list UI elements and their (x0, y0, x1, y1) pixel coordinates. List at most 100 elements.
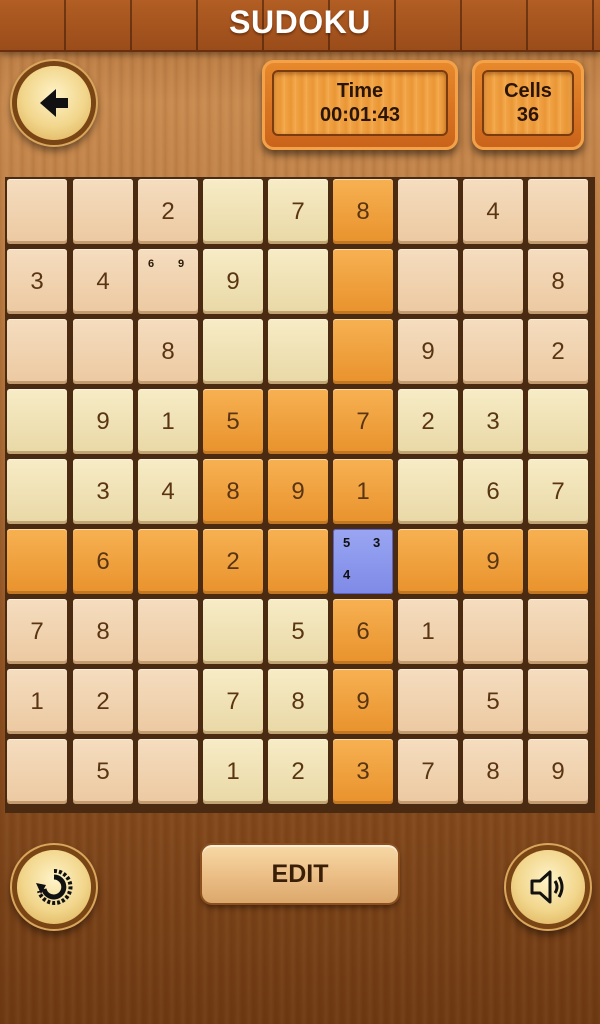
cell-r1-c7[interactable] (398, 179, 458, 244)
cell-r3-c9[interactable]: 2 (528, 319, 588, 384)
cell-r5-c3[interactable]: 4 (138, 459, 198, 524)
cell-r7-c8[interactable] (463, 599, 523, 664)
cell-r6-c8[interactable]: 9 (463, 529, 523, 594)
cell-r2-c1[interactable]: 3 (7, 249, 67, 314)
cell-r4-c3[interactable]: 1 (138, 389, 198, 454)
cell-value: 1 (30, 687, 44, 715)
cell-r7-c5[interactable]: 5 (268, 599, 328, 664)
undo-button[interactable] (17, 850, 91, 924)
cell-value: 3 (356, 757, 370, 785)
cell-r7-c3[interactable] (138, 599, 198, 664)
cell-r6-c7[interactable] (398, 529, 458, 594)
sudoku-board: 2784346998892915723348916762534978561127… (5, 177, 595, 813)
cell-r2-c5[interactable] (268, 249, 328, 314)
cell-r1-c9[interactable] (528, 179, 588, 244)
cell-r7-c9[interactable] (528, 599, 588, 664)
cell-value: 8 (486, 757, 500, 785)
cell-r8-c5[interactable]: 8 (268, 669, 328, 734)
sound-button[interactable] (511, 850, 585, 924)
cell-r7-c7[interactable]: 1 (398, 599, 458, 664)
edit-label: EDIT (271, 859, 329, 888)
cell-r7-c2[interactable]: 8 (73, 599, 133, 664)
cell-value: 9 (421, 337, 435, 365)
cell-r8-c3[interactable] (138, 669, 198, 734)
cell-r9-c1[interactable] (7, 739, 67, 804)
cell-r2-c8[interactable] (463, 249, 523, 314)
cell-r5-c1[interactable] (7, 459, 67, 524)
cell-r8-c9[interactable] (528, 669, 588, 734)
cell-r7-c6[interactable]: 6 (333, 599, 393, 664)
cell-r5-c8[interactable]: 6 (463, 459, 523, 524)
cell-r3-c6[interactable] (333, 319, 393, 384)
cell-r5-c7[interactable] (398, 459, 458, 524)
cell-r5-c2[interactable]: 3 (73, 459, 133, 524)
cell-r6-c6[interactable]: 5 3 4 (333, 529, 393, 594)
cell-r5-c9[interactable]: 7 (528, 459, 588, 524)
cell-r9-c6[interactable]: 3 (333, 739, 393, 804)
cell-r2-c7[interactable] (398, 249, 458, 314)
cell-r7-c1[interactable]: 7 (7, 599, 67, 664)
edit-button[interactable]: EDIT (202, 845, 398, 903)
cell-r3-c8[interactable] (463, 319, 523, 384)
cell-r1-c2[interactable] (73, 179, 133, 244)
cell-r9-c8[interactable]: 8 (463, 739, 523, 804)
back-button[interactable] (17, 66, 91, 140)
cell-r6-c2[interactable]: 6 (73, 529, 133, 594)
cell-r5-c5[interactable]: 9 (268, 459, 328, 524)
cell-r3-c2[interactable] (73, 319, 133, 384)
cell-r1-c1[interactable] (7, 179, 67, 244)
cells-panel: Cells 36 (472, 60, 584, 150)
cell-r6-c4[interactable]: 2 (203, 529, 263, 594)
cell-r1-c8[interactable]: 4 (463, 179, 523, 244)
cell-value: 1 (421, 617, 435, 645)
cell-r2-c6[interactable] (333, 249, 393, 314)
cell-r5-c4[interactable]: 8 (203, 459, 263, 524)
cell-r9-c3[interactable] (138, 739, 198, 804)
cell-r7-c4[interactable] (203, 599, 263, 664)
cell-value: 7 (421, 757, 435, 785)
cell-r5-c6[interactable]: 1 (333, 459, 393, 524)
cell-r4-c8[interactable]: 3 (463, 389, 523, 454)
cell-r6-c5[interactable] (268, 529, 328, 594)
cell-r8-c1[interactable]: 1 (7, 669, 67, 734)
cell-r4-c1[interactable] (7, 389, 67, 454)
cell-r2-c9[interactable]: 8 (528, 249, 588, 314)
cell-r1-c6[interactable]: 8 (333, 179, 393, 244)
cell-r9-c7[interactable]: 7 (398, 739, 458, 804)
cell-r4-c9[interactable] (528, 389, 588, 454)
cell-r3-c1[interactable] (7, 319, 67, 384)
cell-r3-c5[interactable] (268, 319, 328, 384)
cell-r6-c9[interactable] (528, 529, 588, 594)
cell-r6-c3[interactable] (138, 529, 198, 594)
cell-r4-c5[interactable] (268, 389, 328, 454)
cell-value: 5 (291, 617, 305, 645)
cell-r9-c4[interactable]: 1 (203, 739, 263, 804)
cell-r3-c7[interactable]: 9 (398, 319, 458, 384)
cell-value: 2 (226, 547, 240, 575)
cell-r2-c4[interactable]: 9 (203, 249, 263, 314)
cell-r9-c5[interactable]: 2 (268, 739, 328, 804)
cell-r3-c4[interactable] (203, 319, 263, 384)
cell-r8-c2[interactable]: 2 (73, 669, 133, 734)
cell-r8-c8[interactable]: 5 (463, 669, 523, 734)
cell-r8-c6[interactable]: 9 (333, 669, 393, 734)
cell-r8-c7[interactable] (398, 669, 458, 734)
cell-r2-c2[interactable]: 4 (73, 249, 133, 314)
cell-r8-c4[interactable]: 7 (203, 669, 263, 734)
app-title: SUDOKU (229, 4, 371, 40)
cell-r4-c4[interactable]: 5 (203, 389, 263, 454)
cell-r9-c9[interactable]: 9 (528, 739, 588, 804)
cell-r3-c3[interactable]: 8 (138, 319, 198, 384)
cell-r1-c3[interactable]: 2 (138, 179, 198, 244)
cell-r2-c3[interactable]: 69 (138, 249, 198, 314)
cell-r9-c2[interactable]: 5 (73, 739, 133, 804)
cell-r1-c5[interactable]: 7 (268, 179, 328, 244)
cell-r6-c1[interactable] (7, 529, 67, 594)
cell-value: 6 (486, 477, 500, 505)
cell-r4-c6[interactable]: 7 (333, 389, 393, 454)
cell-r4-c7[interactable]: 2 (398, 389, 458, 454)
speaker-icon (530, 870, 564, 904)
cell-r4-c2[interactable]: 9 (73, 389, 133, 454)
arrow-left-icon (40, 89, 68, 117)
cell-r1-c4[interactable] (203, 179, 263, 244)
